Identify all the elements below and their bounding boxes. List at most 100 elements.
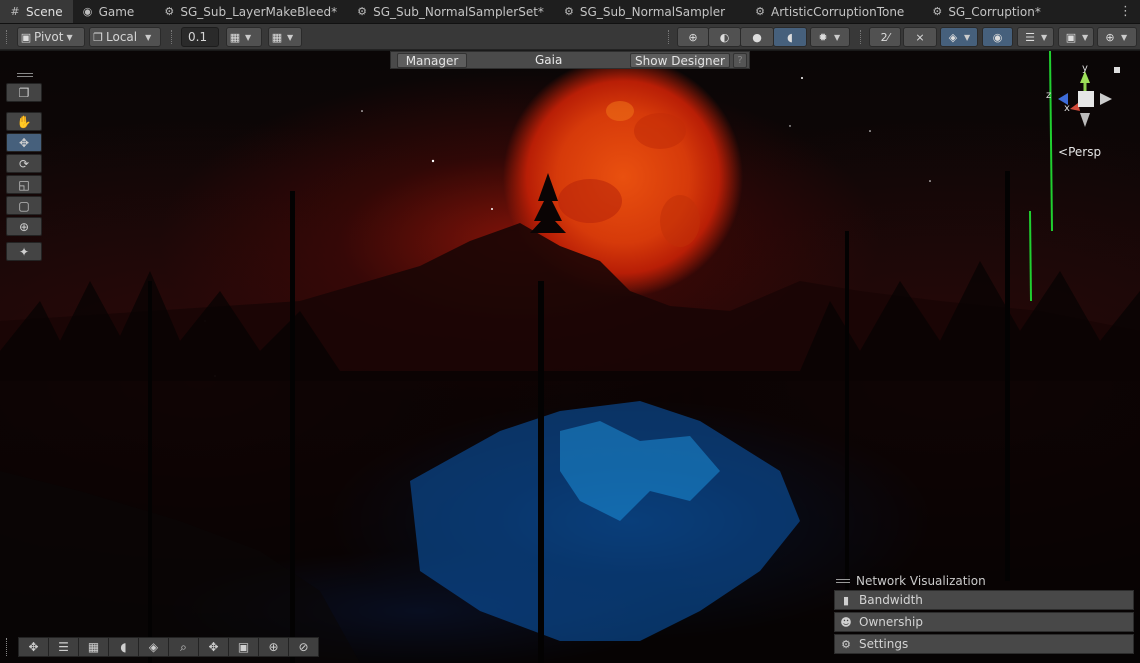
tab-game[interactable]: ◉ Game <box>73 0 145 23</box>
tab-sg-sub-normalsamplerset[interactable]: ⚙ SG_Sub_NormalSamplerSet* <box>347 0 554 23</box>
tab-label: SG_Corruption* <box>948 4 1041 19</box>
chevron-down-icon: ▼ <box>964 32 971 42</box>
network-visualization-panel: Network Visualization ▮ Bandwidth ☻ Owne… <box>834 572 1134 656</box>
tab-label: ArtisticCorruptionTone <box>771 4 905 19</box>
pivot-dropdown[interactable]: ▣ Pivot ▼ <box>17 27 85 47</box>
show-designer-label: Show Designer <box>635 53 725 68</box>
layers-button[interactable]: ◈ <box>138 637 169 657</box>
ownership-label: Ownership <box>859 615 923 629</box>
scene-toolbar: ▣ Pivot ▼ ❐ Local ▼ 0.1 ▦ ▼ ▦ ▼ ⊕ ◐ ● ◖ … <box>0 24 1140 50</box>
layers-dropdown[interactable]: ☰ ▼ <box>1017 27 1054 47</box>
tab-label: SG_Sub_NormalSamplerSet* <box>373 4 544 19</box>
chevron-down-icon: ▼ <box>1082 32 1089 42</box>
scene-visibility-toggle[interactable]: ◉ <box>982 27 1013 47</box>
tab-label: Game <box>98 4 135 19</box>
2d-toggle[interactable]: 2⁄ <box>869 27 901 47</box>
gamepad-icon: ◉ <box>82 5 93 18</box>
ownership-toggle[interactable]: ☻ Ownership <box>834 612 1134 632</box>
tab-label: SG_Sub_NormalSampler <box>579 4 726 19</box>
snap-increment-input[interactable]: 0.1 <box>181 27 219 47</box>
lighting-toggle[interactable]: ⨯ <box>903 27 937 47</box>
chevron-down-icon: ▼ <box>66 32 73 42</box>
rect-tool[interactable]: ▢ <box>6 196 42 215</box>
shader-graph-icon: ⚙ <box>563 5 574 18</box>
transform-icon: ⊕ <box>18 219 30 234</box>
grid-visibility-toggle[interactable]: ▦ ▼ <box>268 27 302 47</box>
gizmo-axes <box>1058 67 1120 127</box>
move-arrows-icon: ✥ <box>28 640 39 654</box>
scene-viewport[interactable]: Manager Gaia Show Designer ? ❐ ✋ ✥ ⟳ ◱ ▢… <box>0 51 1140 663</box>
cube-icon: ❐ <box>93 30 103 44</box>
bandwidth-toggle[interactable]: ▮ Bandwidth <box>834 590 1134 610</box>
gizmos-dropdown[interactable]: ⊕ ▼ <box>1097 27 1137 47</box>
globe-icon: ⊕ <box>268 640 279 654</box>
grid-snap-toggle[interactable]: ▦ ▼ <box>226 27 262 47</box>
scene-fx-dropdown[interactable]: ◈ ▼ <box>940 27 978 47</box>
layers-icon: ☰ <box>1025 30 1035 44</box>
tab-sg-corruption[interactable]: ⚙ SG_Corruption* <box>922 0 1051 23</box>
gizmo-globe-icon: ⊕ <box>1105 30 1115 44</box>
tab-sg-sub-layermakebleed[interactable]: ⚙ SG_Sub_LayerMakeBleed* <box>154 0 347 23</box>
custom-tool[interactable]: ✦ <box>6 242 42 261</box>
user-circle-icon: ☻ <box>840 615 852 629</box>
tab-sg-sub-normalsampler[interactable]: ⚙ SG_Sub_NormalSampler <box>554 0 735 23</box>
move-handles-button[interactable]: ✥ <box>18 637 49 657</box>
unlit-mode-button[interactable]: ● <box>740 27 774 47</box>
scale-tool[interactable]: ◱ <box>6 175 42 194</box>
rotate-tool[interactable]: ⟳ <box>6 154 42 173</box>
adjustments-button[interactable]: ☰ <box>48 637 79 657</box>
settings-toggle[interactable]: ⚙ Settings <box>834 634 1134 654</box>
network-panel-title: Network Visualization <box>856 574 986 588</box>
search-button[interactable]: ⌕ <box>168 637 199 657</box>
moon-craters <box>558 101 700 247</box>
wireframe-mode-button[interactable]: ⊕ <box>677 27 709 47</box>
toolbar-grip[interactable] <box>668 30 670 44</box>
shaded-wireframe-mode-button[interactable]: ◐ <box>708 27 741 47</box>
camera-icon: ▣ <box>237 640 250 654</box>
bar-chart-icon: ▮ <box>842 593 850 607</box>
camera-overlay-button[interactable]: ▣ <box>228 637 259 657</box>
bottom-toolbar-grip[interactable] <box>6 638 12 656</box>
shader-graph-icon: ⚙ <box>932 5 943 18</box>
camera-icon: ▣ <box>1065 30 1077 44</box>
shading-button[interactable]: ◖ <box>108 637 139 657</box>
projection-label: Persp <box>1068 145 1102 159</box>
persp-chevron-icon: < <box>1058 145 1069 159</box>
toolbar-grip[interactable] <box>171 30 173 44</box>
grid-icon: ▦ <box>271 30 283 44</box>
terrain-grid-button[interactable]: ▦ <box>78 637 109 657</box>
shaded-sphere-icon: ◖ <box>787 30 793 44</box>
chevron-down-icon: ▼ <box>287 32 294 42</box>
compass-button[interactable]: ⊘ <box>288 637 319 657</box>
sliders-icon: ☰ <box>58 640 69 654</box>
custom-tool-icon: ✦ <box>18 244 30 259</box>
tab-artisticcorruptiontone[interactable]: ⚙ ArtisticCorruptionTone <box>745 0 914 23</box>
tools-grip[interactable] <box>16 73 33 77</box>
chevron-down-icon: ▼ <box>1121 32 1128 42</box>
more-options-icon[interactable]: ⋮ <box>1119 4 1132 19</box>
pivot-handle-button[interactable]: ✥ <box>198 637 229 657</box>
manager-button[interactable]: Manager <box>397 53 467 68</box>
toolbar-grip[interactable] <box>860 30 862 44</box>
2d-toggle-icon: 2⁄ <box>880 30 890 44</box>
camera-dropdown[interactable]: ▣ ▼ <box>1058 27 1094 47</box>
shaded-mode-button[interactable]: ◖ <box>773 27 807 47</box>
solid-sphere-icon: ● <box>752 30 762 44</box>
show-designer-button[interactable]: Show Designer <box>630 53 730 68</box>
move-tool[interactable]: ✥ <box>6 133 42 152</box>
projection-toggle[interactable]: <Persp <box>1058 145 1101 159</box>
help-button[interactable]: ? <box>733 53 747 68</box>
chevron-down-icon: ▼ <box>145 32 152 42</box>
view-cube-tool[interactable]: ❐ <box>6 83 42 102</box>
debug-draw-mode-dropdown[interactable]: ✹ ▼ <box>810 27 850 47</box>
toolbar-grip[interactable] <box>6 30 8 44</box>
space-dropdown[interactable]: ❐ Local ▼ <box>89 27 161 47</box>
hand-tool[interactable]: ✋ <box>6 112 42 131</box>
compass-icon: ⊘ <box>298 640 309 654</box>
shader-graph-icon: ⚙ <box>357 5 368 18</box>
transform-tool[interactable]: ⊕ <box>6 217 42 236</box>
globe-settings-button[interactable]: ⊕ <box>258 637 289 657</box>
chevron-down-icon: ▼ <box>834 32 841 42</box>
network-panel-header[interactable]: Network Visualization <box>834 572 1134 590</box>
tab-scene[interactable]: # Scene <box>0 0 73 23</box>
